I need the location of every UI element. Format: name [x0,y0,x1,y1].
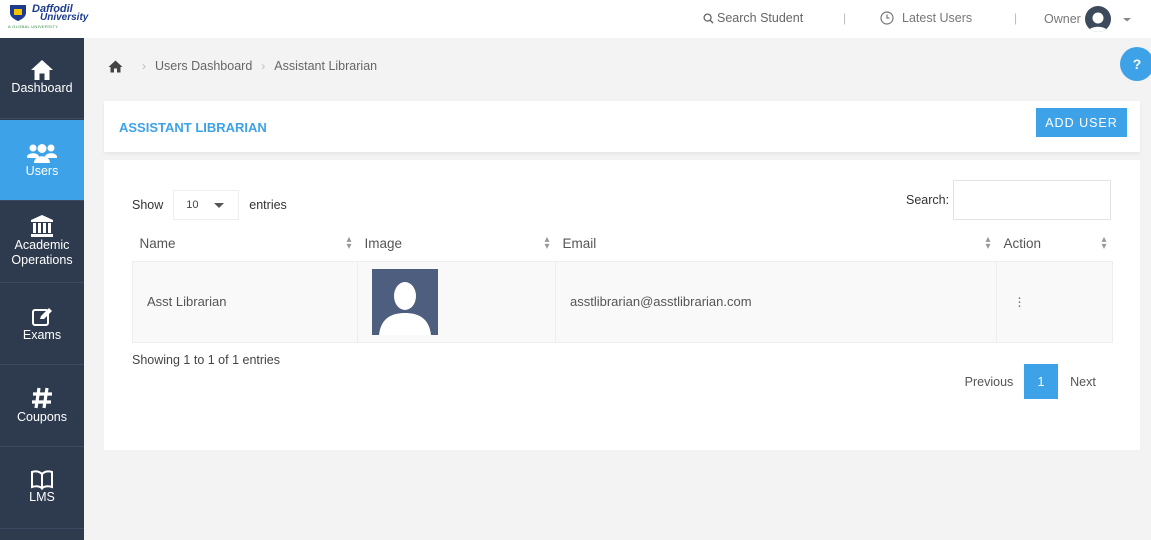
search-icon [703,12,714,24]
show-label: Show [132,198,164,212]
owner-label: Owner [1044,12,1081,26]
entries-length-select[interactable]: 10 [173,190,240,220]
latest-users-label: Latest Users [902,11,973,25]
sidebar-item-users[interactable]: Users [0,120,84,201]
user-action-cell: · · · [996,260,1113,343]
hash-icon [32,387,52,409]
owner-menu[interactable]: Owner [1044,6,1133,32]
sort-icon: ▴ ▾ [985,234,991,252]
search-label: Search: [906,193,950,207]
column-header-email[interactable]: Email ▴ ▾ [556,227,997,261]
user-image-cell [357,260,556,343]
table-header-row: Name ▴ ▾ Image ▴ ▾ Email ▴ ▾ Action ▴ ▾ [133,227,1113,261]
home-icon [31,60,53,80]
home-icon[interactable] [108,60,123,73]
card-header: ASSISTANT LIBRARIAN ADD USER [104,101,1140,152]
latest-users-link[interactable]: Latest Users [880,11,972,25]
sidebar: Dashboard Users Academic Operations Exam… [0,38,84,540]
user-name-cell: Asst Librarian [132,260,358,343]
chevron-down-icon [1122,18,1131,22]
entries-label: entries [249,198,287,212]
sidebar-item-coupons[interactable]: Coupons [0,366,84,447]
column-header-name[interactable]: Name ▴ ▾ [133,227,358,261]
length-control: Show 10 entries [132,190,287,220]
sidebar-item-label: LMS [29,490,55,504]
user-silhouette-icon [1087,12,1108,32]
page-title: ASSISTANT LIBRARIAN [119,120,267,135]
help-button[interactable]: ? [1120,47,1151,81]
chevron-right-icon: › [261,59,266,73]
previous-page-button[interactable]: Previous [954,364,1024,399]
sort-icon: ▴ ▾ [544,234,550,252]
search-student-link[interactable]: Search Student [703,11,803,25]
column-header-image[interactable]: Image ▴ ▾ [358,227,556,261]
book-icon [31,470,53,490]
pagination: Previous 1 Next [954,364,1108,399]
sort-icon: ▴ ▾ [1101,234,1107,252]
page-1-button[interactable]: 1 [1024,364,1058,399]
clock-icon [880,11,894,25]
breadcrumb-users-dashboard[interactable]: Users Dashboard [155,59,252,73]
table-row: Asst Librarian asstlibrarian@asstlibrari… [132,260,1113,343]
user-silhouette-icon [379,281,431,335]
sort-icon: ▴ ▾ [346,234,352,252]
sidebar-item-label: Academic Operations [11,238,73,267]
sidebar-item-label: Dashboard [11,81,73,95]
next-page-button[interactable]: Next [1058,364,1108,399]
users-table-card: Show 10 entries Search: Name ▴ ▾ Image ▴ ▾ E… [104,160,1140,450]
chevron-right-icon: › [142,59,146,73]
logo-tagline: A GLOBAL UNIVERSITY [8,24,59,29]
breadcrumb: › Users Dashboard › Assistant Librarian [108,59,377,73]
sidebar-item-dashboard[interactable]: Dashboard [0,38,84,119]
sidebar-item-label: Users [25,164,59,178]
logo-shield-icon [10,5,26,21]
sidebar-item-label: Coupons [16,410,68,424]
university-logo[interactable]: Daffodil University A GLOBAL UNIVERSITY [4,2,114,34]
column-header-action[interactable]: Action ▴ ▾ [997,227,1113,261]
user-image [372,268,438,335]
table-search: Search: [906,180,1112,220]
avatar [1084,6,1111,32]
users-table: Name ▴ ▾ Image ▴ ▾ Email ▴ ▾ Action ▴ ▾ Asst Lib… [132,227,1113,343]
sidebar-item-label: Exams [22,328,62,342]
institution-icon [31,215,53,237]
chevron-down-icon [213,203,224,208]
more-options-icon[interactable]: · · · [1017,290,1022,313]
users-icon [27,144,57,163]
search-student-label: Search Student [717,11,804,25]
sidebar-item-lms[interactable]: LMS [0,448,84,529]
search-input[interactable] [953,180,1112,220]
breadcrumb-current: Assistant Librarian [274,59,378,73]
entries-length-value: 10 [186,199,199,211]
logo-text-line2: University [40,12,89,23]
add-user-button[interactable]: ADD USER [1036,108,1127,137]
topbar-separator: | [843,11,847,25]
edit-icon [32,308,52,326]
table-info: Showing 1 to 1 of 1 entries [132,353,281,367]
sidebar-item-exams[interactable]: Exams [0,284,84,365]
top-bar: Daffodil University A GLOBAL UNIVERSITY … [0,0,1151,38]
sidebar-item-academic-operations[interactable]: Academic Operations [0,202,84,283]
topbar-separator: | [1014,11,1018,25]
user-email-cell: asstlibrarian@asstlibrarian.com [555,260,997,343]
